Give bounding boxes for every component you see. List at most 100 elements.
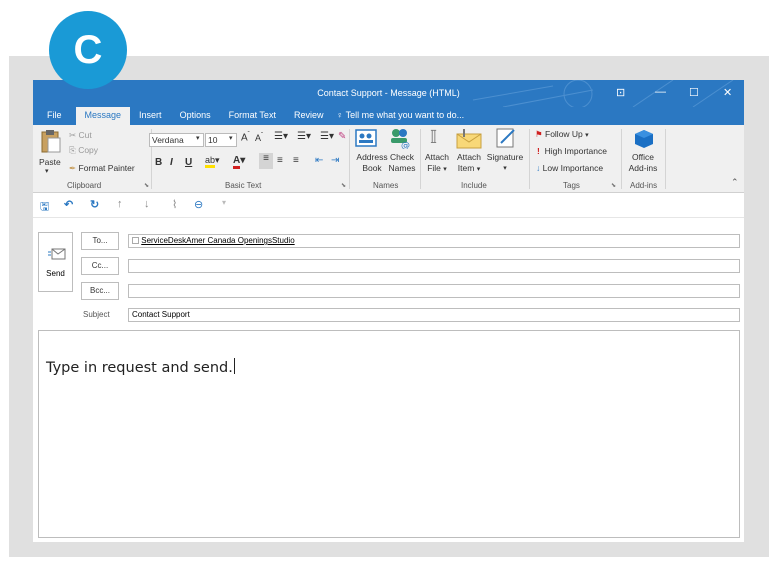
- paste-button[interactable]: Paste: [39, 157, 61, 167]
- tab-review[interactable]: Review: [285, 107, 333, 125]
- office-store-icon[interactable]: [634, 129, 654, 151]
- cc-button[interactable]: Cc...: [81, 257, 119, 275]
- follow-up-label: Follow Up: [545, 129, 583, 139]
- highlight-icon[interactable]: ab▾: [205, 155, 220, 168]
- copy-button[interactable]: ⎘ Copy: [69, 145, 98, 156]
- attach-item-icon[interactable]: [456, 129, 482, 151]
- paperclip-icon[interactable]: 𝕀: [430, 127, 437, 148]
- message-body[interactable]: Type in request and send.: [38, 330, 740, 538]
- up-arrow-icon[interactable]: ↑: [117, 198, 123, 210]
- quick-access-toolbar: 🖫 ↶ ↻ ↑ ↓ ⌇ ⊖ ▾: [33, 193, 744, 218]
- collapse-ribbon-icon[interactable]: ⌃: [731, 177, 739, 188]
- format-painter-button[interactable]: ✒ Format Painter: [69, 163, 135, 174]
- down-arrow-qat-icon[interactable]: ↓: [144, 198, 150, 210]
- office-addins-button[interactable]: Office Add-ins: [623, 152, 663, 174]
- to-recipient[interactable]: ServiceDeskAmer Canada OpeningsStudio: [141, 236, 294, 245]
- attach-qat-icon[interactable]: ⌇: [172, 198, 177, 211]
- font-dropdown-icon[interactable]: ▾: [196, 134, 200, 142]
- tags-launcher-icon[interactable]: ⬊: [611, 182, 616, 189]
- tab-message[interactable]: Message: [75, 107, 131, 125]
- office-addins-label-2: Add-ins: [628, 163, 658, 173]
- title-bar: Contact Support - Message (HTML) ⊡ — ☐ ✕: [33, 80, 744, 107]
- italic-icon[interactable]: I: [170, 157, 173, 168]
- bcc-field[interactable]: [128, 284, 740, 298]
- numbering-icon[interactable]: ☰▾: [297, 131, 311, 142]
- maximize-icon[interactable]: ☐: [689, 86, 699, 99]
- high-importance-label: High Importance: [544, 146, 607, 156]
- check-names-button[interactable]: Check Names: [387, 152, 417, 174]
- signature-dropdown-icon: ▾: [503, 165, 507, 172]
- underline-icon[interactable]: U: [185, 157, 192, 168]
- to-button[interactable]: To...: [81, 232, 119, 250]
- group-label-names: Names: [373, 181, 399, 190]
- basic-text-launcher-icon[interactable]: ⬊: [341, 182, 346, 189]
- address-book-label-2: Book: [362, 163, 382, 173]
- font-color-icon[interactable]: A▾: [233, 155, 245, 169]
- close-icon[interactable]: ✕: [723, 86, 732, 99]
- body-text: Type in request and send.: [46, 358, 235, 376]
- separator: [349, 129, 350, 189]
- save-icon[interactable]: 🖫: [40, 198, 49, 217]
- paste-icon[interactable]: [39, 129, 63, 155]
- signature-button[interactable]: Signature ▾: [484, 152, 526, 174]
- high-importance-button[interactable]: ! High Importance: [537, 146, 607, 156]
- address-book-button[interactable]: Address Book: [353, 152, 391, 174]
- step-badge: C: [49, 11, 127, 89]
- signature-icon[interactable]: [495, 127, 517, 151]
- undo-icon[interactable]: ↶: [64, 198, 73, 211]
- copy-icon: ⎘: [69, 145, 76, 155]
- decrease-indent-icon[interactable]: ⇤: [315, 155, 323, 166]
- down-arrow-icon: ↓: [536, 163, 541, 173]
- cc-field[interactable]: [128, 259, 740, 273]
- qat-more-icon[interactable]: ▾: [222, 198, 226, 207]
- brush-icon: ✒: [69, 163, 77, 173]
- tell-me-box[interactable]: ♀ Tell me what you want to do...: [336, 107, 464, 125]
- tab-file[interactable]: File: [33, 107, 76, 125]
- bcc-button[interactable]: Bcc...: [81, 282, 119, 300]
- cut-button[interactable]: ✂ Cut: [69, 130, 92, 141]
- size-dropdown-icon[interactable]: ▾: [229, 134, 233, 142]
- attach-file-button[interactable]: Attach File ▾: [422, 152, 452, 175]
- customize-qat-icon[interactable]: ⊖: [194, 198, 203, 211]
- lightbulb-icon: ♀: [336, 110, 344, 120]
- align-left-icon[interactable]: ≡: [259, 153, 273, 169]
- tab-insert[interactable]: Insert: [130, 107, 171, 125]
- attach-item-label-1: Attach: [456, 152, 482, 162]
- shrink-font-icon[interactable]: Aˇ: [255, 133, 263, 143]
- restore-ribbon-icon[interactable]: ⊡: [616, 86, 625, 99]
- increase-indent-icon[interactable]: ⇥: [331, 155, 339, 166]
- address-book-label-1: Address: [356, 152, 388, 162]
- body-content: Type in request and send.: [46, 360, 233, 376]
- bold-icon[interactable]: B: [155, 157, 162, 168]
- send-button[interactable]: Send: [38, 232, 73, 292]
- attach-file-dropdown-icon: ▾: [443, 166, 447, 173]
- to-field[interactable]: ServiceDeskAmer Canada OpeningsStudio: [128, 234, 740, 248]
- align-right-icon[interactable]: ≡: [293, 155, 299, 166]
- format-painter-label: Format Painter: [78, 163, 135, 173]
- follow-up-button[interactable]: ⚑ Follow Up ▾: [535, 129, 589, 140]
- attach-item-button[interactable]: Attach Item ▾: [454, 152, 484, 175]
- multilevel-icon[interactable]: ☰▾: [320, 131, 334, 142]
- clipboard-launcher-icon[interactable]: ⬊: [144, 182, 149, 189]
- group-label-addins: Add-ins: [630, 181, 658, 190]
- ribbon: Paste ▾ ✂ Cut ⎘ Copy ✒ Format Painter Cl…: [33, 125, 744, 193]
- paste-dropdown-icon[interactable]: ▾: [45, 167, 49, 175]
- subject-field[interactable]: Contact Support: [128, 308, 740, 322]
- bullets-icon[interactable]: ☰▾: [274, 131, 288, 142]
- tab-options[interactable]: Options: [171, 107, 220, 125]
- address-book-icon[interactable]: [355, 128, 377, 150]
- group-label-tags: Tags: [563, 181, 580, 190]
- grow-font-icon[interactable]: Aˆ: [241, 132, 250, 143]
- redo-icon[interactable]: ↻: [90, 198, 99, 211]
- clear-formatting-icon[interactable]: ✎: [338, 131, 346, 142]
- signature-label: Signature: [486, 152, 524, 162]
- tell-me-text: Tell me what you want to do...: [345, 110, 465, 120]
- minimize-icon[interactable]: —: [655, 86, 666, 98]
- tab-format-text[interactable]: Format Text: [220, 107, 285, 125]
- low-importance-label: Low Importance: [542, 163, 604, 173]
- check-names-icon[interactable]: @: [388, 127, 412, 151]
- office-addins-label-1: Office: [631, 152, 655, 162]
- low-importance-button[interactable]: ↓ Low Importance: [536, 163, 603, 173]
- group-label-clipboard: Clipboard: [67, 181, 102, 190]
- align-center-icon[interactable]: ≡: [277, 155, 283, 166]
